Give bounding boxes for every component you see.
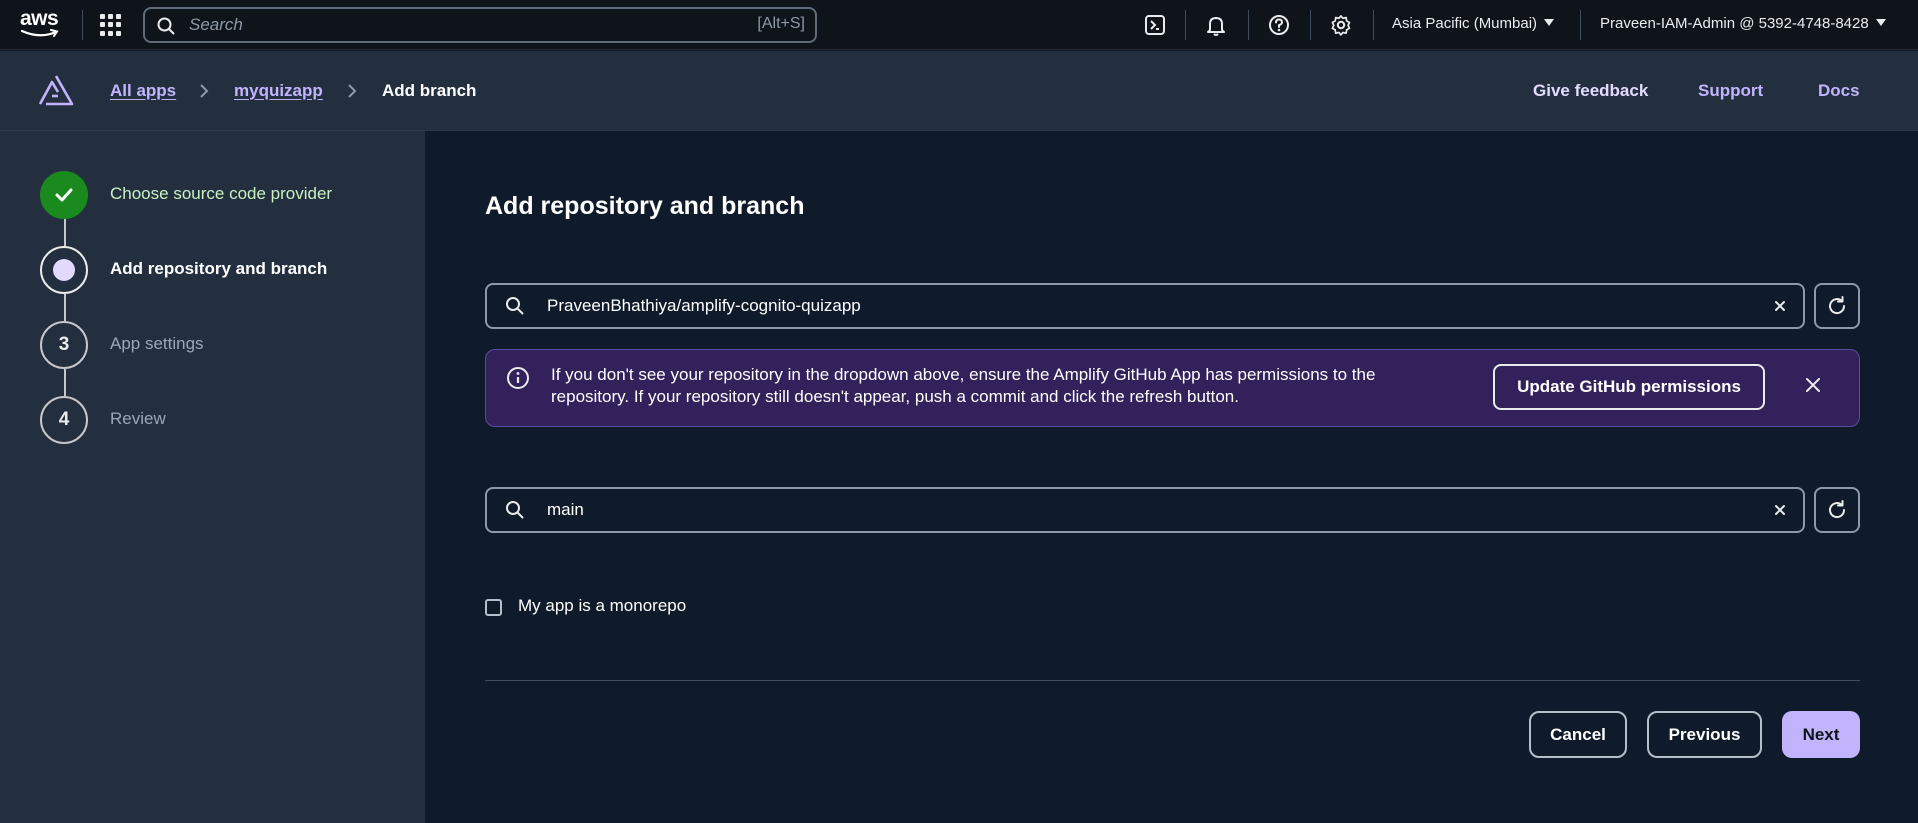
region-selector[interactable]: Asia Pacific (Mumbai): [1392, 15, 1555, 32]
branch-value: main: [547, 500, 584, 519]
refresh-icon: [1829, 500, 1846, 519]
step-1-completed: [40, 171, 88, 219]
step-4-label: Review: [110, 409, 166, 428]
cancel-button[interactable]: Cancel: [1529, 711, 1627, 758]
breadcrumb-current-page: Add branch: [382, 81, 477, 100]
step-2-current: [40, 246, 88, 294]
caret-down-icon: [1544, 19, 1555, 26]
divider: [1310, 10, 1311, 40]
footer-divider: [485, 680, 1860, 681]
breadcrumb-all-apps[interactable]: All apps: [110, 81, 176, 101]
clear-icon[interactable]: [1771, 297, 1789, 315]
give-feedback-link[interactable]: Give feedback: [1533, 81, 1648, 101]
divider: [1185, 10, 1186, 40]
step-3-number: 3: [40, 321, 88, 369]
docs-link[interactable]: Docs: [1818, 81, 1860, 101]
step-1-label[interactable]: Choose source code provider: [110, 184, 332, 204]
amplify-logo-icon[interactable]: [38, 74, 74, 106]
refresh-repositories-button[interactable]: [1814, 283, 1860, 329]
search-icon: [506, 501, 524, 519]
step-connector: [64, 369, 66, 396]
breadcrumb-myquizapp[interactable]: myquizapp: [234, 81, 323, 101]
close-icon: [1806, 378, 1820, 392]
notifications-bell-icon[interactable]: [1204, 13, 1228, 37]
step-4-number: 4: [40, 396, 88, 444]
step-3-label: App settings: [110, 334, 204, 353]
search-icon: [506, 297, 524, 315]
search-icon: [157, 17, 175, 35]
alert-message: If you don't see your repository in the …: [551, 365, 1376, 406]
step-connector: [64, 219, 66, 246]
settings-gear-icon[interactable]: [1329, 13, 1353, 37]
aws-smile-icon: [20, 29, 59, 37]
aws-top-nav: aws [Alt+S]: [0, 0, 1918, 50]
update-github-permissions-button[interactable]: Update GitHub permissions: [1493, 364, 1765, 410]
global-search[interactable]: [Alt+S]: [143, 7, 817, 43]
page-title: Add repository and branch: [485, 192, 805, 220]
help-icon[interactable]: [1267, 13, 1291, 37]
chevron-right-icon: [200, 84, 209, 98]
repository-select[interactable]: PraveenBhathiya/amplify-cognito-quizapp: [485, 283, 1805, 329]
wizard-steps-panel: Choose source code provider Add reposito…: [0, 131, 425, 823]
current-step-dot: [53, 259, 75, 281]
step-2-label: Add repository and branch: [110, 259, 328, 278]
chevron-right-icon: [348, 84, 357, 98]
amplify-header: All apps myquizapp Add branch Give feedb…: [0, 51, 1918, 131]
branch-select[interactable]: main: [485, 487, 1805, 533]
search-input[interactable]: [189, 13, 689, 37]
caret-down-icon: [1875, 19, 1886, 26]
cloudshell-icon[interactable]: [1143, 13, 1167, 37]
github-permissions-alert: If you don't see your repository in the …: [485, 349, 1860, 427]
account-label: Praveen-IAM-Admin @ 5392-4748-8428: [1600, 15, 1869, 32]
checkmark-icon: [55, 188, 73, 202]
search-shortcut: [Alt+S]: [757, 15, 805, 32]
dismiss-alert-button[interactable]: [1802, 374, 1824, 396]
aws-logo-text: aws: [20, 7, 59, 30]
previous-button[interactable]: Previous: [1647, 711, 1762, 758]
divider: [1373, 10, 1374, 40]
support-link[interactable]: Support: [1698, 81, 1763, 101]
next-button[interactable]: Next: [1782, 711, 1860, 758]
account-menu[interactable]: Praveen-IAM-Admin @ 5392-4748-8428: [1600, 15, 1886, 32]
clear-icon[interactable]: [1771, 501, 1789, 519]
repository-value: PraveenBhathiya/amplify-cognito-quizapp: [547, 296, 861, 315]
step-connector: [64, 294, 66, 321]
monorepo-label[interactable]: My app is a monorepo: [518, 596, 686, 616]
aws-logo[interactable]: aws: [20, 8, 62, 40]
services-menu-icon[interactable]: [100, 14, 122, 36]
region-label: Asia Pacific (Mumbai): [1392, 15, 1538, 32]
divider: [1248, 10, 1249, 40]
info-icon: [507, 367, 529, 389]
refresh-branches-button[interactable]: [1814, 487, 1860, 533]
monorepo-checkbox[interactable]: [485, 599, 502, 616]
refresh-icon: [1829, 296, 1846, 315]
divider: [1580, 10, 1581, 40]
divider: [82, 10, 83, 40]
